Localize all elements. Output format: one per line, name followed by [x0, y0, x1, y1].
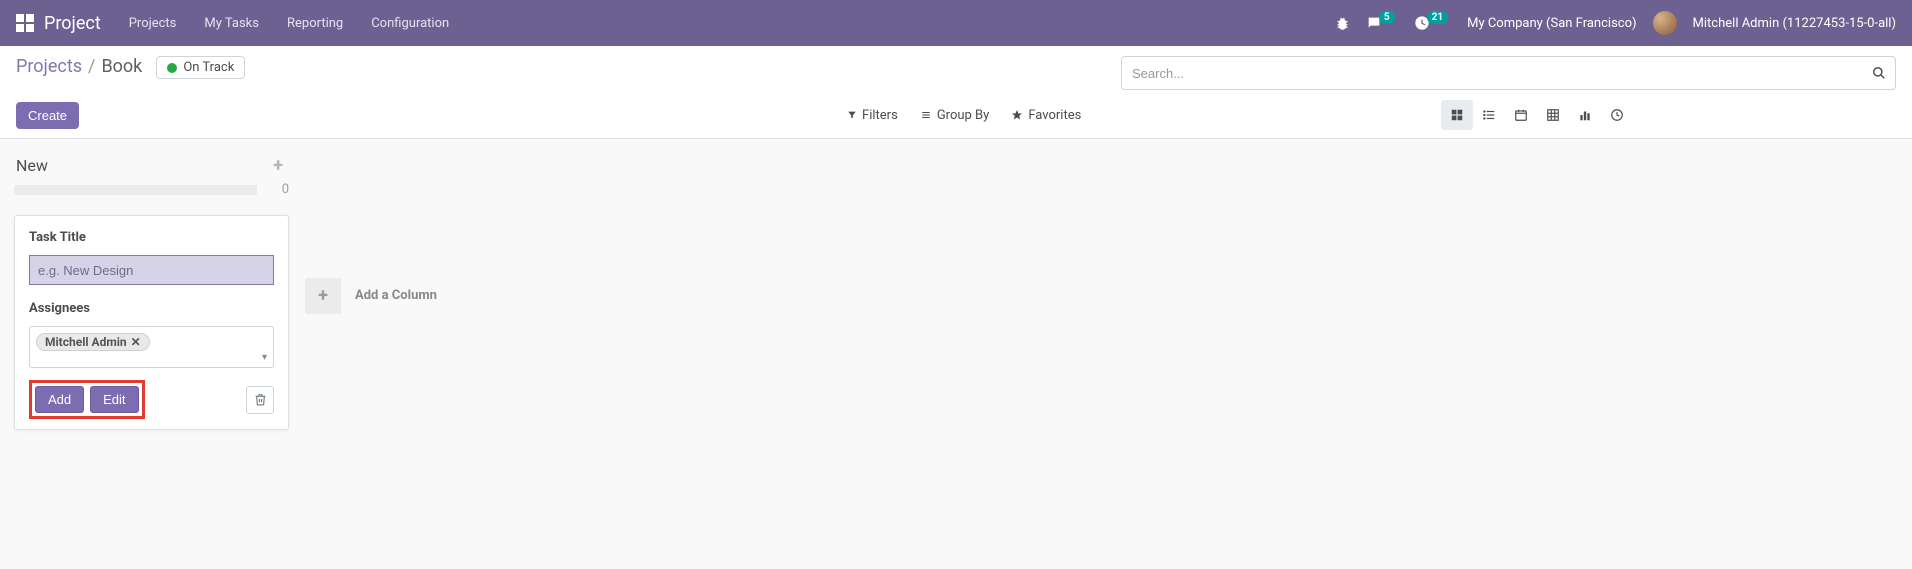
dropdown-caret-icon[interactable]: ▾: [262, 352, 267, 363]
clock-icon: [1610, 108, 1624, 122]
kanban-board: New + 0 Task Title Assignees Mitchell Ad…: [0, 139, 1912, 442]
nav-my-tasks[interactable]: My Tasks: [204, 16, 259, 31]
assignees-field[interactable]: Mitchell Admin ✕ ▾: [29, 326, 274, 368]
search-options: Filters Group By Favorites: [847, 108, 1081, 123]
view-activity-button[interactable]: [1601, 100, 1633, 130]
pivot-icon: [1546, 108, 1560, 122]
quick-create-card: Task Title Assignees Mitchell Admin ✕ ▾ …: [14, 215, 289, 430]
nav-reporting[interactable]: Reporting: [287, 16, 343, 31]
view-list-button[interactable]: [1473, 100, 1505, 130]
add-column-label[interactable]: Add a Column: [355, 288, 437, 303]
group-by-icon: [920, 110, 932, 120]
star-icon: [1011, 109, 1023, 121]
debug-icon[interactable]: [1335, 16, 1350, 31]
filters-label: Filters: [862, 108, 898, 123]
column-quick-create-button[interactable]: +: [269, 155, 287, 176]
view-pivot-button[interactable]: [1537, 100, 1569, 130]
group-by-label: Group By: [937, 108, 990, 123]
apps-icon[interactable]: [16, 14, 34, 32]
view-calendar-button[interactable]: [1505, 100, 1537, 130]
trash-icon: [254, 393, 267, 406]
add-column-section: + Add a Column: [305, 151, 437, 430]
search-icon[interactable]: [1872, 66, 1886, 80]
user-menu[interactable]: Mitchell Admin (11227453-15-0-all): [1693, 16, 1896, 31]
filters-button[interactable]: Filters: [847, 108, 898, 123]
task-title-label: Task Title: [29, 230, 274, 245]
nav-right: 5 21 My Company (San Francisco) Mitchell…: [1335, 11, 1896, 35]
top-navbar: Project Projects My Tasks Reporting Conf…: [0, 0, 1912, 46]
messages-badge: 5: [1379, 11, 1395, 24]
status-label: On Track: [183, 60, 234, 75]
search-box: [1121, 56, 1896, 90]
filter-icon: [847, 110, 857, 120]
company-selector[interactable]: My Company (San Francisco): [1467, 16, 1636, 31]
assignee-tag: Mitchell Admin ✕: [36, 333, 150, 351]
kanban-icon: [1450, 108, 1464, 122]
activities-icon[interactable]: 21: [1414, 15, 1451, 31]
app-brand[interactable]: Project: [44, 13, 101, 34]
assignee-tag-remove[interactable]: ✕: [131, 335, 141, 349]
graph-icon: [1578, 108, 1592, 122]
group-by-button[interactable]: Group By: [920, 108, 990, 123]
kanban-column-new: New + 0 Task Title Assignees Mitchell Ad…: [14, 151, 289, 430]
favorites-label: Favorites: [1028, 108, 1081, 123]
search-input[interactable]: [1121, 56, 1896, 90]
nav-projects[interactable]: Projects: [129, 16, 177, 31]
status-dot-icon: [167, 63, 177, 73]
nav-menu: Projects My Tasks Reporting Configuratio…: [129, 16, 449, 31]
column-title[interactable]: New: [16, 156, 48, 175]
assignees-label: Assignees: [29, 301, 274, 316]
nav-configuration[interactable]: Configuration: [371, 16, 449, 31]
view-kanban-button[interactable]: [1441, 100, 1473, 130]
task-title-input[interactable]: [29, 255, 274, 285]
project-status-pill[interactable]: On Track: [156, 56, 245, 79]
view-graph-button[interactable]: [1569, 100, 1601, 130]
user-avatar[interactable]: [1653, 11, 1677, 35]
discard-button[interactable]: [246, 386, 274, 414]
favorites-button[interactable]: Favorites: [1011, 108, 1081, 123]
breadcrumb: Projects / Book: [16, 56, 142, 77]
calendar-icon: [1514, 108, 1528, 122]
messages-icon[interactable]: 5: [1366, 15, 1398, 31]
create-button[interactable]: Create: [16, 102, 79, 129]
control-panel: Projects / Book On Track Create Filters: [0, 46, 1912, 139]
list-icon: [1482, 108, 1496, 122]
edit-button[interactable]: Edit: [90, 386, 138, 413]
highlighted-actions: Add Edit: [29, 380, 145, 419]
breadcrumb-projects[interactable]: Projects: [16, 56, 82, 77]
assignee-tag-label: Mitchell Admin: [45, 335, 127, 349]
column-progress-bar[interactable]: [14, 185, 257, 195]
breadcrumb-separator: /: [88, 56, 95, 77]
column-count: 0: [275, 182, 289, 197]
add-button[interactable]: Add: [35, 386, 84, 413]
view-switcher: [1441, 100, 1633, 130]
breadcrumb-current: Book: [101, 56, 142, 77]
activities-badge: 21: [1427, 11, 1448, 24]
add-column-button[interactable]: +: [305, 278, 341, 314]
